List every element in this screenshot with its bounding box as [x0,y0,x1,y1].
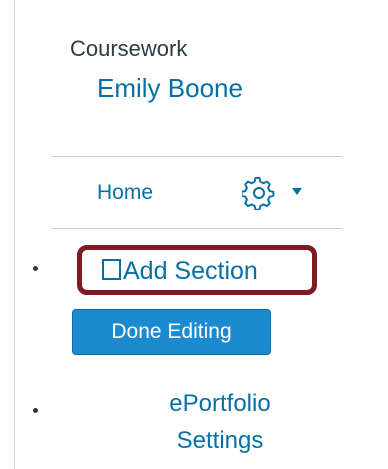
page-settings-menu[interactable] [242,176,312,210]
add-section-highlight: Add Section [77,245,317,295]
user-name-link[interactable]: Emily Boone [97,71,243,105]
gear-icon [242,176,275,210]
eportfolio-settings-link[interactable]: ePortfolio Settings [130,385,310,459]
list-bullet [33,408,38,413]
portfolio-label: Coursework [70,36,188,61]
list-bullet [33,266,38,271]
done-editing-button[interactable]: Done Editing [72,309,271,355]
add-section-link[interactable]: Add Section [102,255,258,287]
eportfolio-settings-line1: ePortfolio [169,390,271,417]
add-section-label: Add Section [123,257,258,285]
checkbox-square-icon [102,259,121,280]
caret-down-icon [292,188,302,195]
divider-bottom [52,228,342,229]
divider-top [52,156,342,157]
page-link-home[interactable]: Home [97,179,153,207]
eportfolio-settings-line2: Settings [176,427,264,454]
